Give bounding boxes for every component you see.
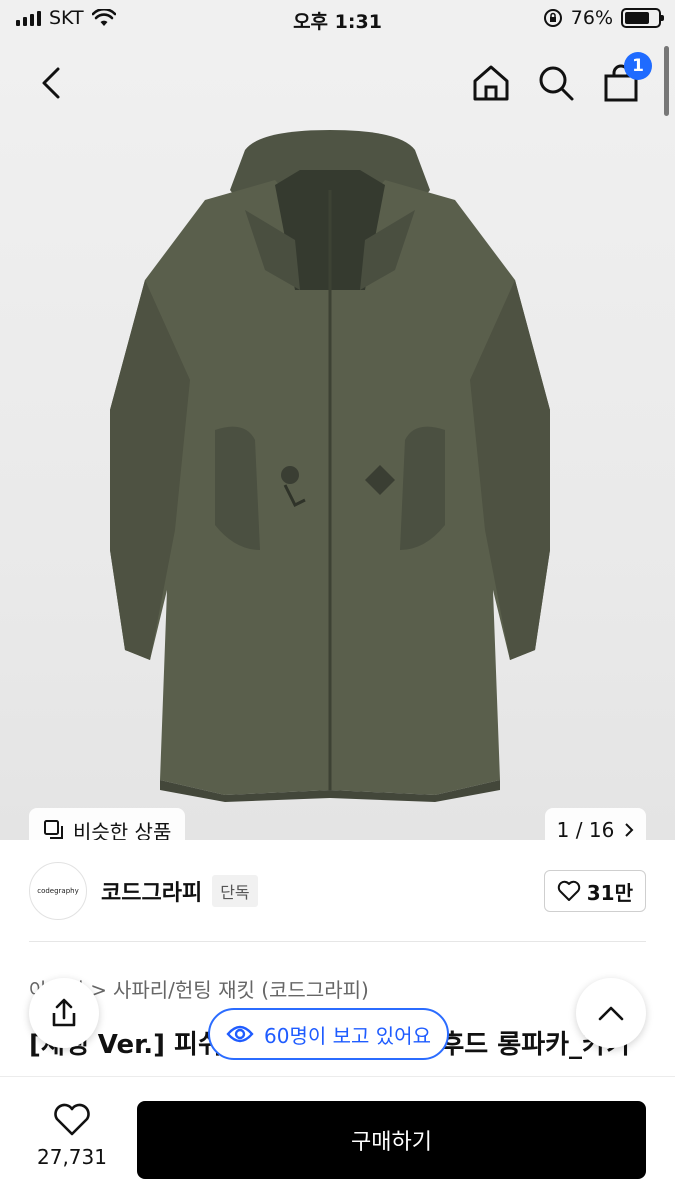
similar-products-button[interactable]: 비슷한 상품 xyxy=(29,808,186,841)
brand-like-count: 31만 xyxy=(586,880,633,905)
brand-logo-text: codegraphy xyxy=(37,887,79,895)
back-icon xyxy=(42,67,60,99)
search-button[interactable] xyxy=(531,58,581,108)
chevron-right-icon xyxy=(625,823,634,837)
battery-percent: 76% xyxy=(570,7,613,29)
share-button[interactable] xyxy=(29,978,99,1048)
back-button[interactable] xyxy=(26,58,76,108)
gallery-pager-label: 1 / 16 xyxy=(556,818,615,840)
scroll-top-button[interactable] xyxy=(576,978,646,1048)
status-bar: SKT 오후 1:31 76% xyxy=(0,0,675,40)
bottom-action-bar: 27,731 구매하기 xyxy=(0,1076,675,1200)
cart-count-badge: 1 xyxy=(624,52,652,80)
battery-icon xyxy=(621,8,664,28)
search-icon xyxy=(539,66,574,101)
viewer-count-pill: 60명이 보고 있어요 xyxy=(208,1008,449,1060)
rotation-lock-icon xyxy=(543,9,562,27)
brand-logo[interactable]: codegraphy xyxy=(29,862,87,920)
divider xyxy=(29,941,646,942)
brand-name[interactable]: 코드그라피 xyxy=(101,875,202,907)
top-navigation: 1 xyxy=(0,40,675,126)
cart-button[interactable]: 1 xyxy=(596,52,652,108)
home-icon xyxy=(473,65,509,101)
buy-button[interactable]: 구매하기 xyxy=(137,1101,646,1179)
gallery-pager[interactable]: 1 / 16 xyxy=(545,808,646,840)
scrollbar[interactable] xyxy=(664,46,669,116)
brand-row: codegraphy 코드그라피 단독 31만 xyxy=(29,862,646,920)
similar-items-icon xyxy=(44,820,63,839)
status-right: 76% xyxy=(543,7,664,29)
product-image xyxy=(110,130,550,802)
brand-like-button[interactable]: 31만 xyxy=(543,870,646,912)
share-icon xyxy=(52,998,76,1027)
similar-products-label: 비슷한 상품 xyxy=(73,819,172,841)
wishlist-button[interactable]: 27,731 xyxy=(34,1103,110,1169)
wishlist-count: 27,731 xyxy=(37,1145,107,1169)
home-button[interactable] xyxy=(466,58,516,108)
breadcrumb-category[interactable]: 사파리/헌팅 재킷 (코드그라피) xyxy=(113,978,369,1002)
chevron-up-icon xyxy=(598,1006,624,1021)
viewer-count-text: 60명이 보고 있어요 xyxy=(264,1023,431,1048)
product-gallery[interactable]: 비슷한 상품 1 / 16 xyxy=(0,40,675,840)
eye-icon xyxy=(226,1025,254,1043)
heart-outline-icon xyxy=(54,1103,90,1136)
exclusive-badge: 단독 xyxy=(212,875,258,907)
heart-icon xyxy=(557,880,580,901)
